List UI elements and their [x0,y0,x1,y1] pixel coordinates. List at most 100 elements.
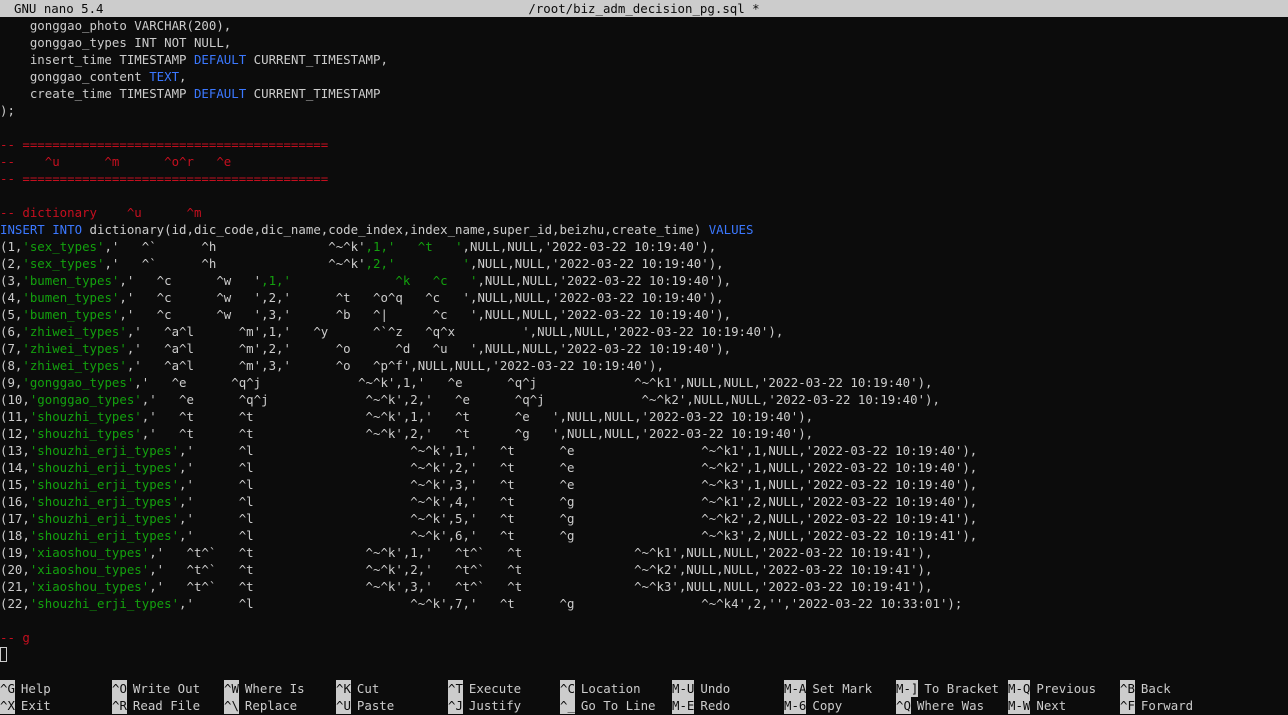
shortcut-set-mark[interactable]: M-A Set Mark [784,680,872,697]
code-token: ,' ^c ^w ',2,' ^t ^o^q ^c ' [119,290,470,305]
code-line: (21,'xiaoshou_types',' ^t^` ^t ^~^k',3,'… [0,578,1288,595]
code-token: (4, [0,290,23,305]
shortcut-location[interactable]: ^C Location [560,680,641,697]
code-token: 'xiaoshou_types' [29,579,150,594]
code-token: -- g [0,630,30,645]
shortcut-help[interactable]: ^G Help [0,680,51,697]
code-token: (5, [0,307,23,322]
code-token: create_time TIMESTAMP [0,86,194,101]
code-token: 'shouzhi_types' [29,426,142,441]
shortcut-key: ^K [336,680,351,697]
code-token: (16, [0,494,30,509]
code-token: 'bumen_types' [22,307,120,322]
shortcut-label: Redo [700,698,731,713]
code-token: insert_time TIMESTAMP [0,52,194,67]
shortcut-key: ^Q [896,697,911,714]
shortcut-label: To Bracket [924,681,999,696]
shortcut-label: Go To Line [580,698,656,713]
shortcut-key: M-6 [784,697,807,714]
code-line: (22,'shouzhi_erji_types',' ^l ^~^k',7,' … [0,595,1288,612]
shortcut-key: ^_ [560,697,575,714]
editor-text-area[interactable]: gonggao_photo VARCHAR(200), gonggao_type… [0,17,1288,646]
code-token: 'bumen_types' [22,290,120,305]
shortcut-key: ^J [448,697,463,714]
code-token: ,' ^t^` ^t ^~^k',2,' ^t^` ^t ^~^k2',NULL… [149,562,933,577]
shortcut-next[interactable]: M-W Next [1008,697,1066,714]
code-token: 'sex_types' [22,239,105,254]
code-token: -- =====================================… [0,171,329,186]
code-token: ,' ^c ^w ',3,' ^b ^| ^c ' [119,307,478,322]
code-token: (12, [0,426,30,441]
code-token: (14, [0,460,30,475]
code-line: (8,'zhiwei_types',' ^a^l ^m',3,' ^o ^p^f… [0,357,1288,374]
shortcut-paste[interactable]: ^U Paste [336,697,394,714]
shortcut-go-to-line[interactable]: ^_ Go To Line [560,697,656,714]
code-token: gonggao_types INT NOT NULL, [0,35,232,50]
code-token: (9, [0,375,23,390]
code-token: ,' ^l ^~^k',1,' ^t ^e ^~^k1',1,NULL,'202… [179,443,978,458]
code-token: ,' ^t^` ^t ^~^k',3,' ^t^` ^t ^~^k3',NULL… [149,579,933,594]
shortcut-replace[interactable]: ^\ Replace [224,697,297,714]
shortcut-key: M-A [784,680,807,697]
code-token: 'shouzhi_erji_types' [29,596,180,611]
code-token: (8, [0,358,23,373]
code-token: gonggao_photo VARCHAR(200), [0,18,232,33]
code-line: (18,'shouzhi_erji_types',' ^l ^~^k',6,' … [0,527,1288,544]
shortcut-label: Previous [1036,681,1097,696]
code-token: (2, [0,256,23,271]
code-token: 'shouzhi_erji_types' [29,511,180,526]
code-line: create_time TIMESTAMP DEFAULT CURRENT_TI… [0,85,1288,102]
shortcut-justify[interactable]: ^J Justify [448,697,521,714]
shortcut-label: Forward [1140,698,1194,713]
code-line: (7,'zhiwei_types',' ^a^l ^m',2,' ^o ^d ^… [0,340,1288,357]
shortcut-bar: ^G Help ^X Exit ^O Write Out ^R Read File ^W Wher… [0,680,1288,715]
code-token: (3, [0,273,23,288]
shortcut-key: ^G [0,680,15,697]
code-token: DEFAULT [193,86,247,101]
shortcut-key: ^X [0,697,15,714]
code-token: 'shouzhi_erji_types' [29,477,180,492]
code-token: (19, [0,545,30,560]
shortcut-label: Where Is [244,681,305,696]
shortcut-undo[interactable]: M-U Undo [672,680,730,697]
shortcut-cut[interactable]: ^K Cut [336,680,379,697]
code-token: (15, [0,477,30,492]
code-token: (17, [0,511,30,526]
code-token: dictionary(id,dic_code,dic_name,code_ind… [82,222,709,237]
shortcut-read-file[interactable]: ^R Read File [112,697,200,714]
code-token: 'bumen_types' [22,273,120,288]
code-token: ,' ^a^l ^m',2,' ^o ^d ^u ' [126,341,478,356]
shortcut-label: Read File [132,698,201,713]
code-token: (6, [0,324,23,339]
code-token: , [179,69,187,84]
code-token: ,1,' ^k ^c ' [261,273,478,288]
shortcut-key: M-E [672,697,695,714]
code-line: (15,'shouzhi_erji_types',' ^l ^~^k',3,' … [0,476,1288,493]
shortcut-copy[interactable]: M-6 Copy [784,697,842,714]
shortcut-where-was[interactable]: ^Q Where Was [896,697,984,714]
shortcut-label: Undo [700,681,731,696]
shortcut-exit[interactable]: ^X Exit [0,697,51,714]
code-line: (9,'gonggao_types',' ^e ^q^j ^~^k',1,' ^… [0,374,1288,391]
code-token: 'shouzhi_erji_types' [29,528,180,543]
code-token: (1, [0,239,23,254]
shortcut-key: ^F [1120,697,1135,714]
shortcut-forward[interactable]: ^F Forward [1120,697,1193,714]
code-token: ,' ^l ^~^k',7,' ^t ^g ^~^k4',2,'','2022-… [179,596,963,611]
shortcut-execute[interactable]: ^T Execute [448,680,521,697]
shortcut-to-bracket[interactable]: M-] To Bracket [896,680,999,697]
shortcut-key: ^W [224,680,239,697]
shortcut-write-out[interactable]: ^O Write Out [112,680,200,697]
shortcut-back[interactable]: ^B Back [1120,680,1171,697]
shortcut-redo[interactable]: M-E Redo [672,697,730,714]
code-token: ,' ^a^l ^m',3,' ^o ^p^f',NULL,NULL,'2022… [126,358,664,373]
code-line: (6,'zhiwei_types',' ^a^l ^m',1,' ^y ^`^z… [0,323,1288,340]
shortcut-previous[interactable]: M-Q Previous [1008,680,1096,697]
shortcut-where-is[interactable]: ^W Where Is [224,680,305,697]
code-line: (17,'shouzhi_erji_types',' ^l ^~^k',5,' … [0,510,1288,527]
code-line: -- ^u ^m ^o^r ^e [0,153,1288,170]
code-line: (1,'sex_types',' ^` ^h ^~^k',1,' ^t ',NU… [0,238,1288,255]
shortcut-key: ^U [336,697,351,714]
